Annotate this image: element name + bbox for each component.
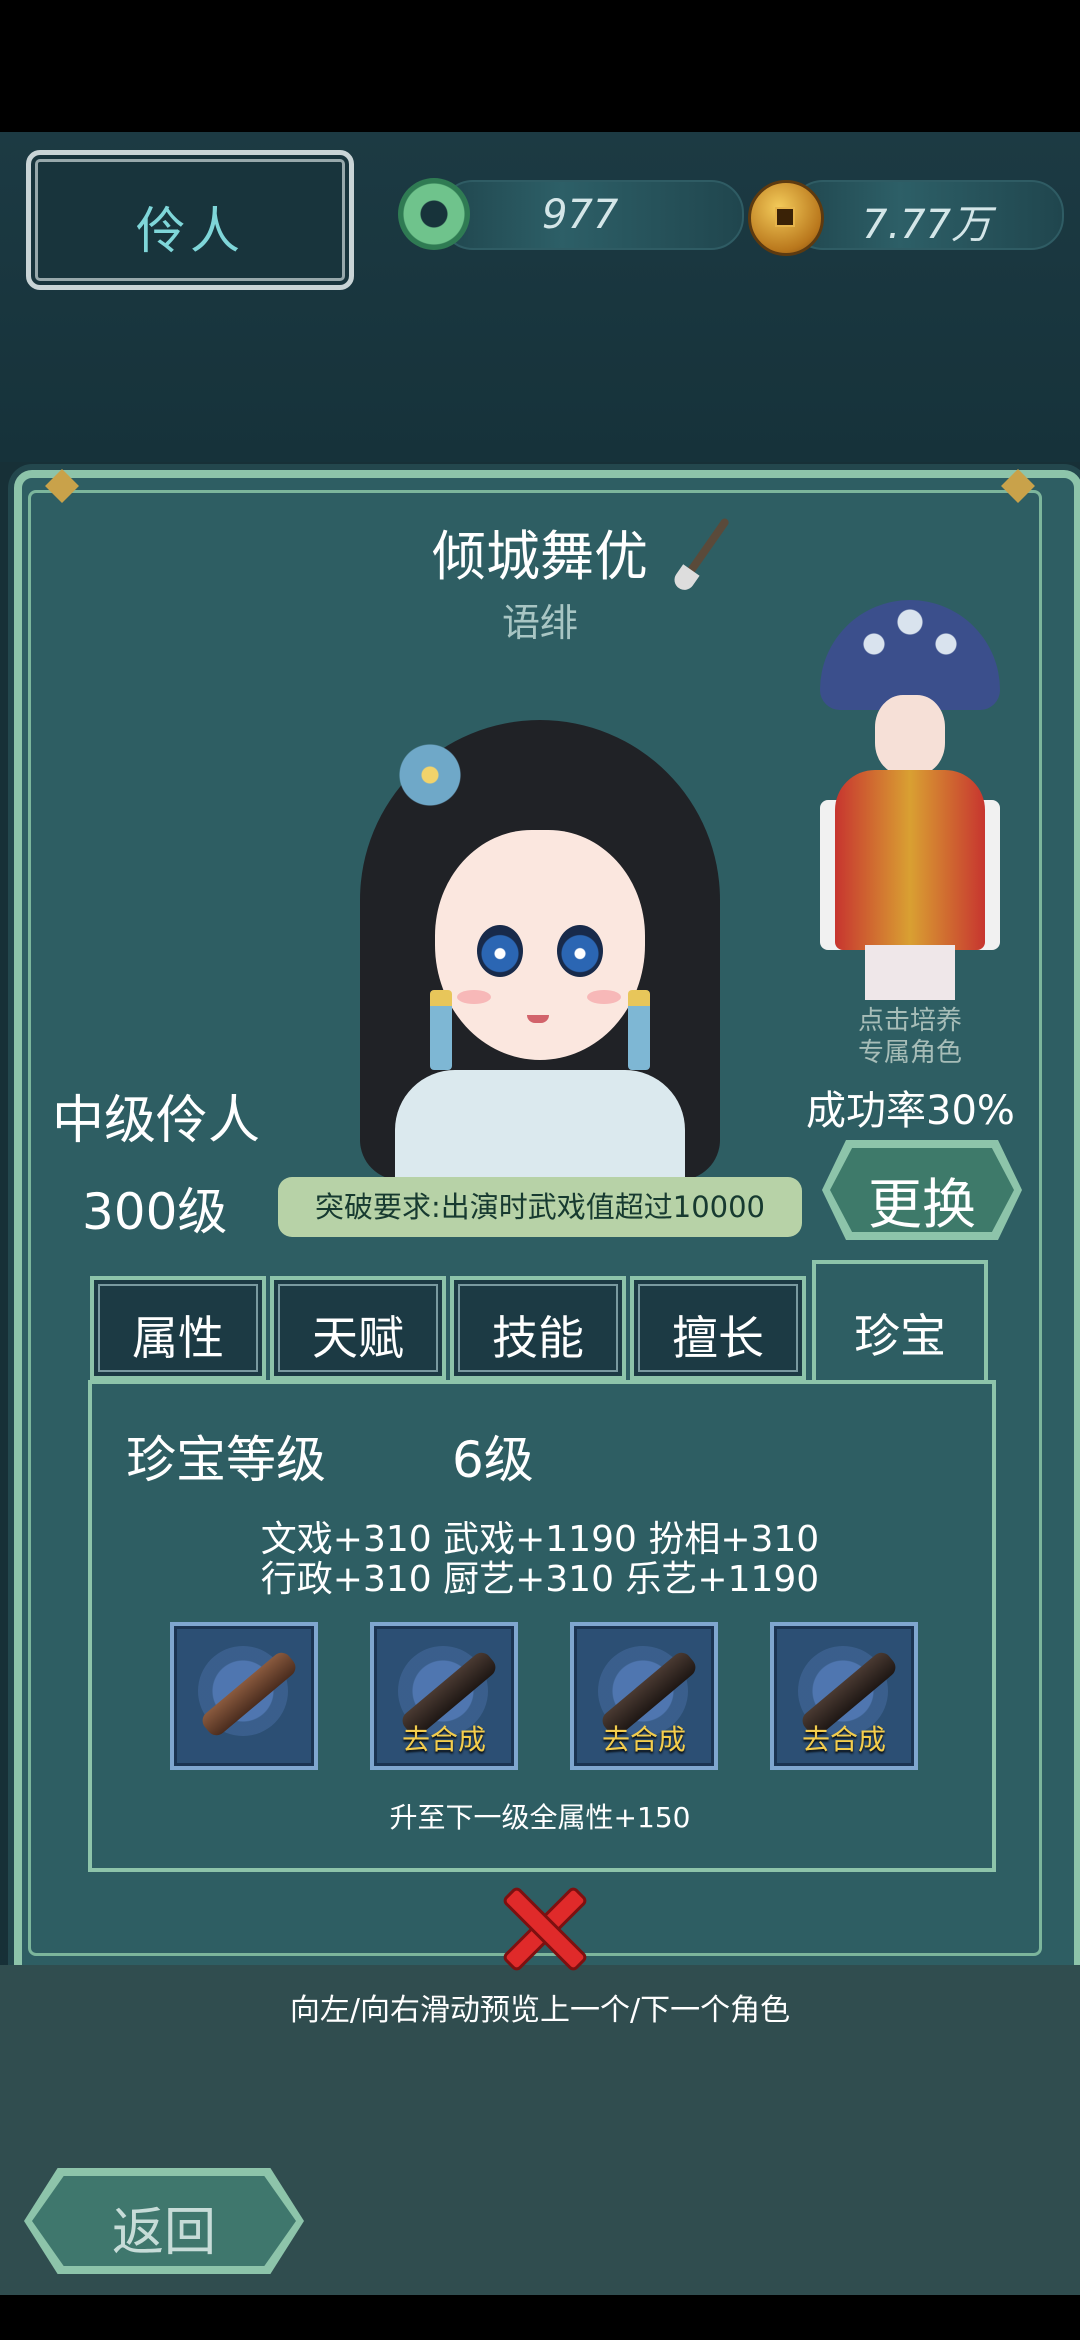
navigation-bar <box>0 2295 1080 2340</box>
mouth <box>527 1015 549 1023</box>
left-eye <box>477 925 523 977</box>
cultivate-role-hint[interactable]: 点击培养 专属角色 <box>820 1005 1000 1069</box>
tab-label: 技能 <box>492 1311 584 1365</box>
blush <box>587 990 621 1004</box>
tab-label: 擅长 <box>672 1311 764 1365</box>
treasure-level-label: 珍宝等级 <box>126 1431 326 1489</box>
tab-attributes[interactable]: 属性 <box>90 1276 266 1380</box>
tassel-ornament <box>628 990 650 1070</box>
tab-label: 珍宝 <box>854 1309 946 1363</box>
exclusive-role-figure[interactable] <box>810 600 1010 1000</box>
treasure-level-value: 6级 <box>452 1431 534 1489</box>
synthesize-label: 去合成 <box>601 1723 686 1756</box>
phoenix-crown <box>820 600 1000 710</box>
portrait-dress <box>395 1070 685 1180</box>
tassel-ornament <box>430 990 452 1070</box>
treasure-slot[interactable]: 去合成 <box>370 1622 518 1770</box>
jade-resource-bar[interactable]: 977 <box>440 180 744 250</box>
opera-face <box>875 695 945 775</box>
character-level: 300级 <box>82 1183 228 1241</box>
tab-label: 天赋 <box>312 1311 404 1365</box>
back-button-label: 返回 <box>111 2203 216 2263</box>
coin-icon <box>748 180 824 256</box>
page-title: 伶人 <box>136 202 244 260</box>
blush <box>457 990 491 1004</box>
next-level-bonus: 升至下一级全属性+150 <box>389 1801 691 1834</box>
close-icon[interactable] <box>496 1882 584 1970</box>
character-portrait <box>350 700 730 1180</box>
status-bar <box>0 0 1080 132</box>
swap-button-label: 更换 <box>868 1173 976 1236</box>
jade-value: 977 <box>542 192 619 238</box>
cultivate-line-1: 点击培养 <box>857 1006 962 1036</box>
opera-robe <box>835 770 985 950</box>
right-eye <box>557 925 603 977</box>
back-button[interactable]: 返回 <box>24 2168 304 2274</box>
tab-treasure[interactable]: 珍宝 <box>812 1260 988 1388</box>
coin-value: 7.77万 <box>862 202 992 248</box>
tab-skills[interactable]: 技能 <box>450 1276 626 1380</box>
hair-flower-ornament <box>395 740 465 810</box>
success-rate: 成功率30% <box>806 1088 1015 1134</box>
page-title-plate: 伶人 <box>26 150 354 290</box>
treasure-slot[interactable]: 去合成 <box>770 1622 918 1770</box>
swap-button[interactable]: 更换 <box>822 1140 1022 1240</box>
portrait-face <box>435 830 645 1060</box>
jade-disc-icon <box>398 178 470 250</box>
tab-label: 属性 <box>132 1311 224 1365</box>
swipe-hint: 向左/向右滑动预览上一个/下一个角色 <box>289 1993 791 2028</box>
coin-resource-bar[interactable]: 7.77万 <box>790 180 1064 250</box>
synthesize-label: 去合成 <box>801 1723 886 1756</box>
treasure-slot[interactable] <box>170 1622 318 1770</box>
treasure-slot[interactable]: 去合成 <box>570 1622 718 1770</box>
treasure-attrs-line-2: 行政+310 厨艺+310 乐艺+1190 <box>260 1559 820 1600</box>
tab-talent[interactable]: 天赋 <box>270 1276 446 1380</box>
character-rank: 中级伶人 <box>52 1091 261 1151</box>
character-name: 倾城舞优 <box>432 525 648 588</box>
cultivate-line-2: 专属角色 <box>857 1038 962 1068</box>
tab-specialty[interactable]: 擅长 <box>630 1276 806 1380</box>
synthesize-label: 去合成 <box>401 1723 486 1756</box>
breakthrough-requirement: 突破要求:出演时武戏值超过10000 <box>278 1177 802 1237</box>
detail-tabs: 属性 天赋 技能 擅长 珍宝 <box>90 1260 990 1388</box>
opera-skirt <box>865 945 955 1000</box>
screen: 伶人 977 7.77万 倾城舞优 语绯 点击培养 专属角色 成功率30% 中级… <box>0 0 1080 2340</box>
